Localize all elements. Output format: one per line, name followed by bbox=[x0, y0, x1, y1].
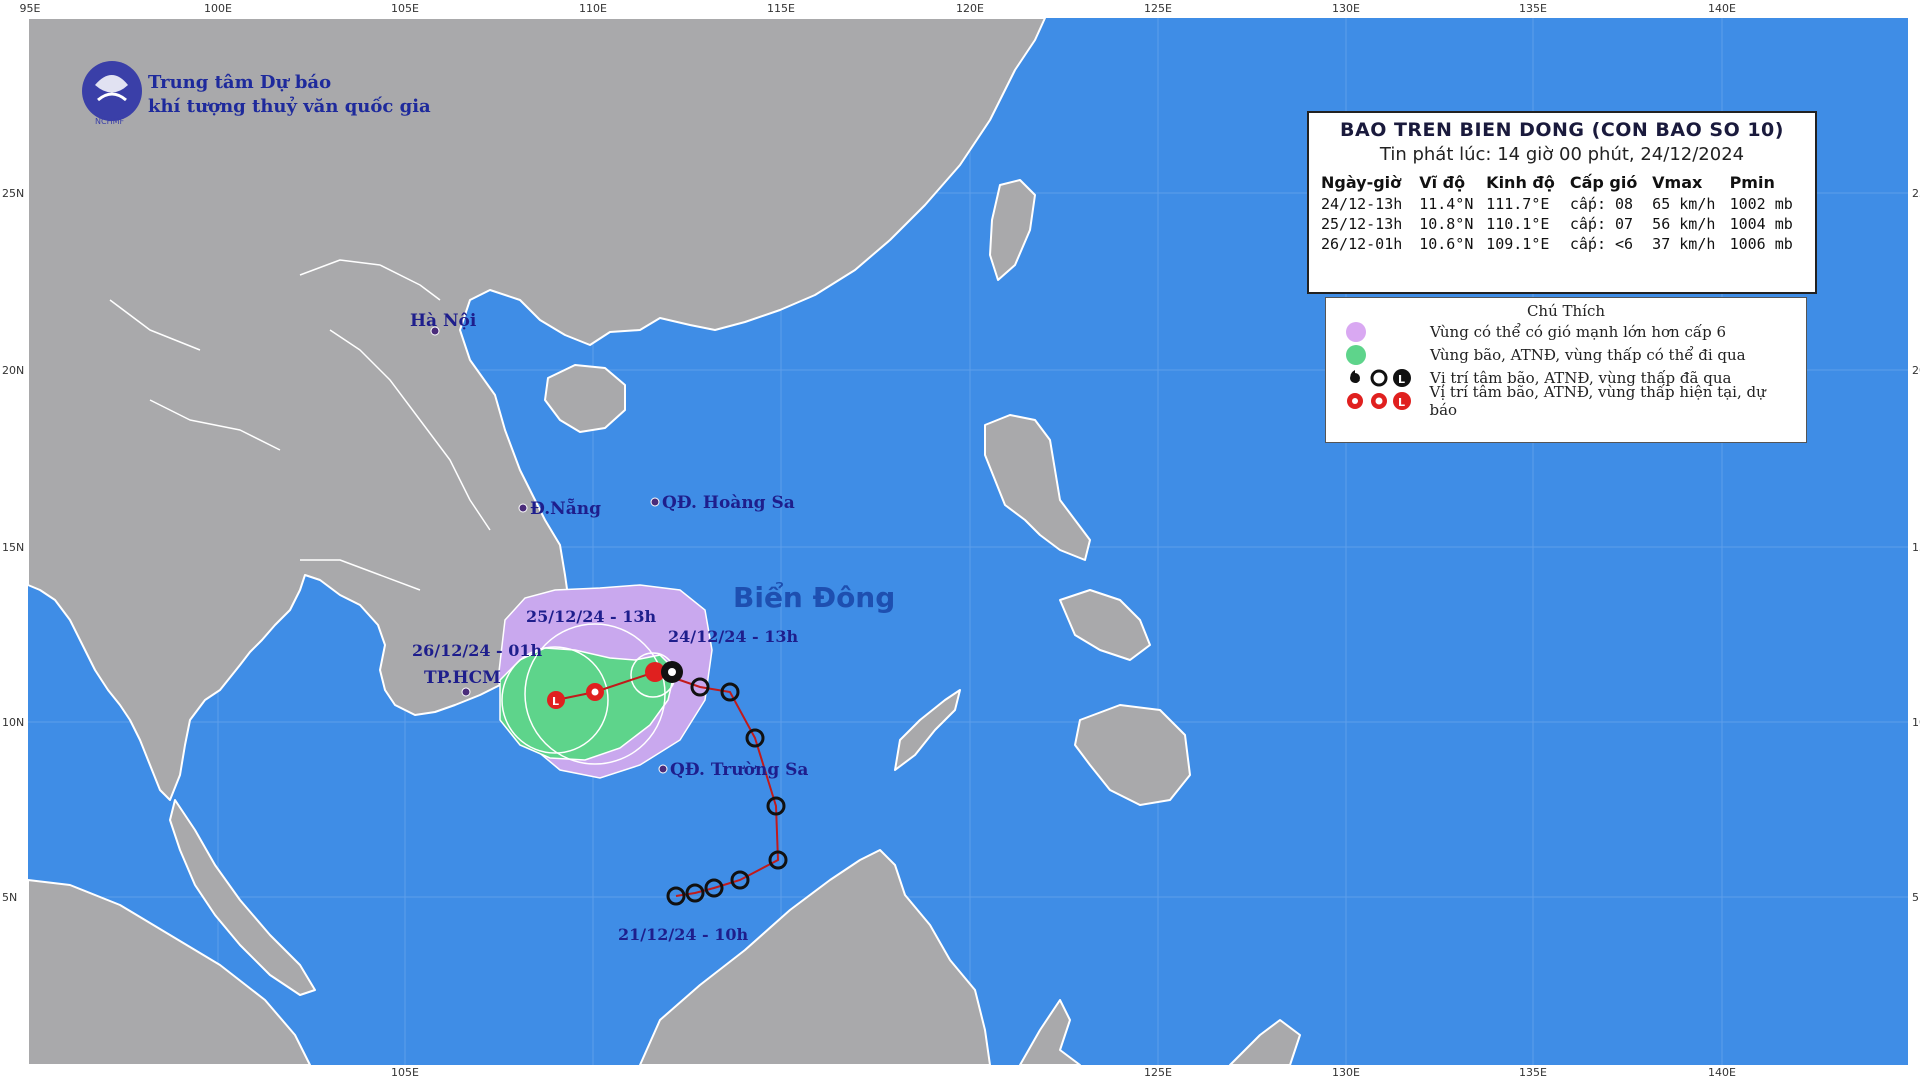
axis-label: 10N bbox=[1912, 716, 1920, 729]
svg-text:L: L bbox=[552, 695, 559, 708]
legend-title: Chú Thích bbox=[1526, 302, 1606, 320]
cell: 1006 mb bbox=[1729, 235, 1793, 253]
agency-name-line1: Trung tâm Dự báo bbox=[148, 72, 331, 93]
legend-item: Vùng có thể có gió mạnh lớn hơn cấp 6 bbox=[1336, 320, 1796, 343]
axis-label: 20N bbox=[1912, 364, 1920, 377]
axis-label: 140E bbox=[1708, 2, 1736, 15]
col-header: Kinh độ bbox=[1486, 173, 1555, 192]
axis-label: 5N bbox=[1912, 891, 1920, 904]
track-label-start: 21/12/24 - 10h bbox=[618, 925, 749, 944]
cell: 1004 mb bbox=[1729, 215, 1793, 233]
axis-label: 100E bbox=[204, 2, 232, 15]
bulletin-table: Ngày-giờ Vĩ độ Kinh độ Cấp gió Vmax Pmin… bbox=[1319, 171, 1805, 254]
axis-label: 105E bbox=[391, 1066, 419, 1079]
cell: 109.1°E bbox=[1486, 235, 1550, 253]
axis-label: 135E bbox=[1519, 1066, 1547, 1079]
axis-label: 120E bbox=[956, 2, 984, 15]
legend-item-label: Vùng bão, ATNĐ, vùng thấp có thể đi qua bbox=[1430, 345, 1746, 364]
cell: cấp: <6 bbox=[1569, 235, 1634, 253]
col-header: Pmin bbox=[1729, 173, 1775, 192]
bulletin-header-row: Ngày-giờ Vĩ độ Kinh độ Cấp gió Vmax Pmin bbox=[1319, 171, 1805, 194]
col-header: Vmax bbox=[1652, 173, 1703, 192]
cell: 65 km/h bbox=[1652, 195, 1716, 213]
axis-label: 125E bbox=[1144, 2, 1172, 15]
cell: 11.4°N bbox=[1419, 195, 1474, 213]
cell: 24/12-13h bbox=[1321, 195, 1403, 213]
label-hoangsa: QĐ. Hoàng Sa bbox=[662, 493, 795, 513]
col-header: Vĩ độ bbox=[1419, 173, 1466, 192]
track-label-current: 24/12/24 - 13h bbox=[668, 627, 799, 646]
legend-item-label: Vị trí tâm bão, ATNĐ, vùng thấp hiện tại… bbox=[1429, 382, 1766, 419]
cell: 110.1°E bbox=[1486, 215, 1550, 233]
axis-label: 10N bbox=[2, 716, 24, 729]
axis-label: 20N bbox=[2, 364, 24, 377]
axis-label: 25N bbox=[2, 187, 24, 200]
green-dot-icon bbox=[1346, 344, 1366, 365]
cell: 26/12-01h bbox=[1321, 235, 1403, 253]
past-symbols-icon: L bbox=[1336, 368, 1430, 388]
table-row: 26/12-01h 10.6°N 109.1°E cấp: <6 37 km/h… bbox=[1319, 234, 1805, 254]
axis-label: 15N bbox=[1912, 541, 1920, 554]
purple-dot-icon bbox=[1346, 321, 1366, 342]
svg-text:NCHMF: NCHMF bbox=[95, 117, 124, 126]
svg-text:L: L bbox=[1398, 373, 1405, 386]
legend-item-label: Vùng có thể có gió mạnh lớn hơn cấp 6 bbox=[1430, 322, 1726, 341]
axis-label: 135E bbox=[1519, 2, 1547, 15]
axis-label: 115E bbox=[767, 2, 795, 15]
cell: 10.6°N bbox=[1419, 235, 1474, 253]
track-label-f24: 25/12/24 - 13h bbox=[526, 607, 657, 626]
axis-label: 95E bbox=[20, 2, 41, 15]
label-truongsa: QĐ. Trường Sa bbox=[670, 760, 808, 780]
axis-label: 110E bbox=[579, 2, 607, 15]
label-bien-dong: Biển Đông bbox=[733, 580, 895, 614]
axis-label: 15N bbox=[2, 541, 24, 554]
table-row: 25/12-13h 10.8°N 110.1°E cấp: 07 56 km/h… bbox=[1319, 214, 1805, 234]
legend-item: Vùng bão, ATNĐ, vùng thấp có thể đi qua bbox=[1336, 343, 1796, 366]
col-header: Ngày-giờ bbox=[1321, 173, 1402, 192]
cell: cấp: 08 bbox=[1569, 195, 1634, 213]
map-legend: Chú Thích Vùng có thể có gió mạnh lớn hơ… bbox=[1325, 297, 1807, 443]
bulletin-title: BAO TREN BIEN DONG (CON BAO SO 10) bbox=[1340, 119, 1784, 141]
table-row: 24/12-13h 11.4°N 111.7°E cấp: 08 65 km/h… bbox=[1319, 194, 1805, 214]
svg-text:L: L bbox=[1398, 396, 1405, 409]
axis-label: 130E bbox=[1332, 2, 1360, 15]
agency-name-line2: khí tượng thuỷ văn quốc gia bbox=[148, 95, 431, 117]
cell: cấp: 07 bbox=[1569, 215, 1634, 233]
track-label-f36: 26/12/24 - 01h bbox=[412, 641, 543, 660]
label-hcm: TP.HCM bbox=[424, 668, 501, 688]
label-hanoi: Hà Nội bbox=[410, 311, 477, 331]
storm-bulletin: BAO TREN BIEN DONG (CON BAO SO 10) Tin p… bbox=[1307, 111, 1817, 294]
current-symbols-icon: L bbox=[1336, 391, 1430, 411]
axis-label: 105E bbox=[391, 2, 419, 15]
axis-label: 140E bbox=[1708, 1066, 1736, 1079]
cell: 56 km/h bbox=[1652, 215, 1716, 233]
cell: 25/12-13h bbox=[1321, 215, 1403, 233]
col-header: Cấp gió bbox=[1569, 173, 1638, 192]
axis-label: 5N bbox=[2, 891, 17, 904]
cell: 10.8°N bbox=[1419, 215, 1474, 233]
cell: 1002 mb bbox=[1729, 195, 1793, 213]
axis-label: 125E bbox=[1144, 1066, 1172, 1079]
axis-label: 25N bbox=[1912, 187, 1920, 200]
cell: 37 km/h bbox=[1652, 235, 1716, 253]
axis-label: 130E bbox=[1332, 1066, 1360, 1079]
bulletin-issued-time: Tin phát lúc: 14 giờ 00 phút, 24/12/2024 bbox=[1379, 144, 1745, 165]
cell: 111.7°E bbox=[1486, 195, 1550, 213]
legend-item: L Vị trí tâm bão, ATNĐ, vùng thấp hiện t… bbox=[1336, 383, 1796, 419]
label-danang: Đ.Nẵng bbox=[530, 497, 601, 519]
